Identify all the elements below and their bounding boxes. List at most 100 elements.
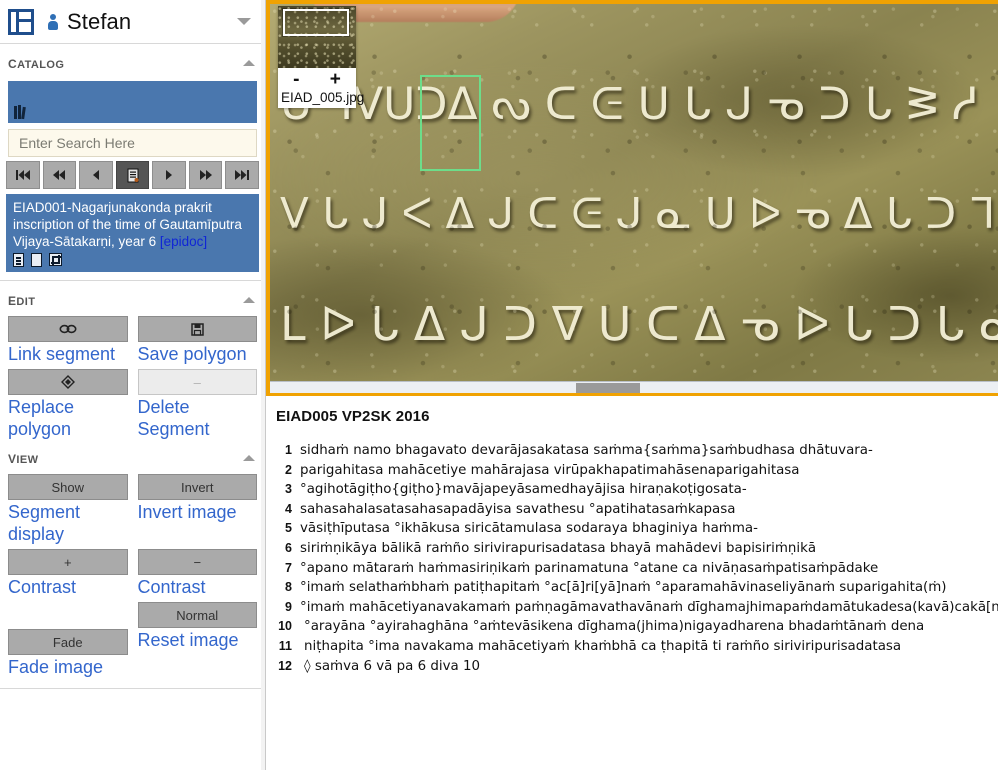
- transcription-line[interactable]: 7 °apano mātaraṁ haṁmasiriṇikaṁ parinama…: [272, 559, 998, 579]
- replace-polygon-button[interactable]: [8, 369, 128, 395]
- line-number: 2: [285, 462, 292, 477]
- navigator-thumbnail[interactable]: [278, 6, 356, 68]
- chevron-down-icon[interactable]: [237, 18, 251, 25]
- contrast-down-label[interactable]: Contrast: [138, 576, 258, 598]
- image-filename: EIAD_005.jpg: [278, 90, 364, 108]
- last-record-button[interactable]: [225, 161, 260, 189]
- epidoc-link[interactable]: [epidoc]: [160, 234, 207, 249]
- view-section-header[interactable]: View: [0, 444, 265, 474]
- delete-segment-cell: – Delete Segment: [137, 369, 258, 444]
- line-number: 5: [285, 521, 292, 536]
- invert-image-cell: Invert Invert image: [137, 474, 258, 549]
- line-number: 3: [285, 482, 292, 497]
- books-icon[interactable]: [14, 105, 32, 120]
- line-text: siriṁṇikāya bālikā raṁño sirivirapurisad…: [300, 540, 817, 556]
- zoom-out-button[interactable]: -: [287, 70, 305, 89]
- segment-selection-rectangle[interactable]: [420, 75, 481, 171]
- fast-back-button[interactable]: [42, 161, 77, 189]
- transcription-line[interactable]: 12 ◊ saṁva 6 vā pa 6 diva 10: [272, 657, 998, 677]
- transcription-line[interactable]: 6 siriṁṇikāya bālikā raṁño sirivirapuris…: [272, 539, 998, 559]
- sidebar-scrollbar[interactable]: [261, 0, 265, 770]
- transcription-line[interactable]: 1 sidhaṁ namo bhagavato devarājasakatasa…: [272, 441, 998, 461]
- fast-forward-button[interactable]: [188, 161, 223, 189]
- edit-section-header[interactable]: Edit: [0, 281, 265, 316]
- line-text: sahasahalasatasahasapadāyisa savathesu °…: [300, 501, 736, 517]
- viewer-scrollbar-thumb[interactable]: [576, 383, 640, 393]
- transcription-line[interactable]: 5 vāsiṭhīputasa °ikhākusa siricātamulasa…: [272, 519, 998, 539]
- contrast-up-label[interactable]: Contrast: [8, 576, 128, 598]
- user-header: Stefan: [0, 0, 265, 44]
- line-number: 6: [285, 540, 292, 555]
- previous-record-button[interactable]: [79, 161, 113, 189]
- line-text: °arayāna °ayirahaghāna °aṁtevāsikena dīg…: [304, 619, 925, 635]
- replace-polygon-label[interactable]: Replace polygon: [8, 396, 128, 440]
- delete-segment-label[interactable]: Delete Segment: [138, 396, 258, 440]
- viewer-horizontal-scrollbar[interactable]: [270, 381, 998, 393]
- save-polygon-label[interactable]: Save polygon: [138, 343, 258, 365]
- catalog-search-box[interactable]: [8, 129, 257, 157]
- save-polygon-button[interactable]: [137, 316, 257, 342]
- catalog-record-item[interactable]: EIAD001-Nagarjunakonda prakrit inscripti…: [6, 194, 259, 272]
- document-lines-icon[interactable]: [13, 253, 24, 267]
- transcription-line[interactable]: 3 °agihotāgiṭho{giṭho}mavājapeyāsamedhay…: [272, 480, 998, 500]
- transcription-line[interactable]: 4 sahasahalasatasahasapadāyisa savathesu…: [272, 500, 998, 520]
- fade-image-label[interactable]: Fade image: [8, 656, 128, 678]
- transcription-line[interactable]: 8 °imaṁ selathaṁbhaṁ patiṭhapitaṁ °ac[ā]…: [272, 578, 998, 598]
- inscription-glyph-row: ᒪ ᐅ ᒐ ᐃ ᒍ ᑐ ᐁ ᑌ ᑕ ᐃ ᓀ ᐅ ᒐ ᑐ ᒐ ᓇ ᐃ: [280, 297, 998, 351]
- record-list-button[interactable]: [115, 161, 150, 189]
- diamond-icon: [60, 375, 75, 389]
- contrast-down-cell: − Contrast: [137, 549, 258, 602]
- search-input[interactable]: [17, 134, 248, 152]
- chevron-up-icon[interactable]: [243, 297, 255, 303]
- segment-display-button[interactable]: Show: [8, 474, 128, 500]
- reset-image-label[interactable]: Reset image: [138, 629, 258, 651]
- invert-image-button[interactable]: Invert: [137, 474, 257, 500]
- segment-display-button-glyph: Show: [51, 479, 85, 495]
- catalog-section-header[interactable]: Catalog: [0, 44, 265, 79]
- save-icon: [191, 322, 204, 336]
- replace-polygon-cell: Replace polygon: [8, 369, 128, 444]
- line-number: 4: [285, 501, 292, 516]
- delete-segment-button[interactable]: –: [137, 369, 257, 395]
- transcription-line[interactable]: 11 niṭhapita °ima navakama mahācetiyaṁ k…: [272, 637, 998, 657]
- line-text: °imaṁ mahācetiyanavakamaṁ paṁṇagāmavatha…: [300, 599, 998, 615]
- reset-image-cell: Normal Reset image: [137, 602, 258, 682]
- line-number: 7: [285, 560, 292, 575]
- application-root: Stefan Catalog: [0, 0, 998, 770]
- panel-layout-icon[interactable]: [8, 8, 34, 35]
- inscription-photo[interactable]: ᑌ ᒣᐯᑌᑐᐃ ᔓ ᑕ ᕮ ᑌ ᒐ ᒍ ᓀ ᑐ ᒐ ᕒ ᓱ ᐯ ᒐ ᒍ ᐸ ᐃ …: [270, 4, 998, 393]
- edit-button-grid: Link segment Save polygon Replace polygo…: [0, 316, 265, 444]
- link-segment-label[interactable]: Link segment: [8, 343, 128, 365]
- edit-section-title: Edit: [8, 290, 36, 309]
- fade-image-button[interactable]: Fade: [8, 629, 128, 655]
- contrast-up-cell: + Contrast: [8, 549, 128, 602]
- transcription-line[interactable]: 10 °arayāna °ayirahaghāna °aṁtevāsikena …: [272, 617, 998, 637]
- line-text: °apano mātaraṁ haṁmasiriṇikaṁ parinamatu…: [300, 560, 879, 576]
- segment-display-label[interactable]: Segment display: [8, 501, 128, 545]
- minus-icon: −: [193, 554, 202, 570]
- expand-square-icon[interactable]: [49, 253, 62, 266]
- first-record-button[interactable]: [6, 161, 40, 189]
- chevron-up-icon[interactable]: [243, 60, 255, 66]
- image-viewer[interactable]: ᑌ ᒣᐯᑌᑐᐃ ᔓ ᑕ ᕮ ᑌ ᒐ ᒍ ᓀ ᑐ ᒐ ᕒ ᓱ ᐯ ᒐ ᒍ ᐸ ᐃ …: [266, 0, 998, 396]
- transcription-title: EIAD005 VP2SK 2016: [276, 408, 430, 425]
- link-segment-button[interactable]: [8, 316, 128, 342]
- zoom-in-button[interactable]: +: [324, 70, 347, 89]
- line-text: sidhaṁ namo bhagavato devarājasakatasa s…: [300, 443, 873, 458]
- sidebar-divider-2: [0, 688, 265, 689]
- transcription-line[interactable]: 9 °imaṁ mahācetiyanavakamaṁ paṁṇagāmavat…: [272, 598, 998, 618]
- navigator-zoom-controls: - +: [278, 68, 356, 90]
- next-record-button[interactable]: [152, 161, 186, 189]
- view-section-title: View: [8, 448, 39, 467]
- contrast-down-button[interactable]: −: [137, 549, 257, 575]
- image-navigator[interactable]: - + EIAD_005.jpg: [278, 6, 364, 108]
- reset-image-button[interactable]: Normal: [137, 602, 257, 628]
- invert-image-label[interactable]: Invert image: [138, 501, 258, 523]
- line-text: ◊ saṁva 6 vā pa 6 diva 10: [304, 658, 481, 674]
- blank-page-icon[interactable]: [31, 253, 42, 267]
- chevron-up-icon[interactable]: [243, 455, 255, 461]
- contrast-up-button[interactable]: +: [8, 549, 128, 575]
- transcription-line[interactable]: 2 parigahitasa mahācetiye mahārajasa vir…: [272, 461, 998, 481]
- catalog-toolbar[interactable]: [8, 81, 257, 123]
- navigator-viewport-box[interactable]: [283, 9, 349, 36]
